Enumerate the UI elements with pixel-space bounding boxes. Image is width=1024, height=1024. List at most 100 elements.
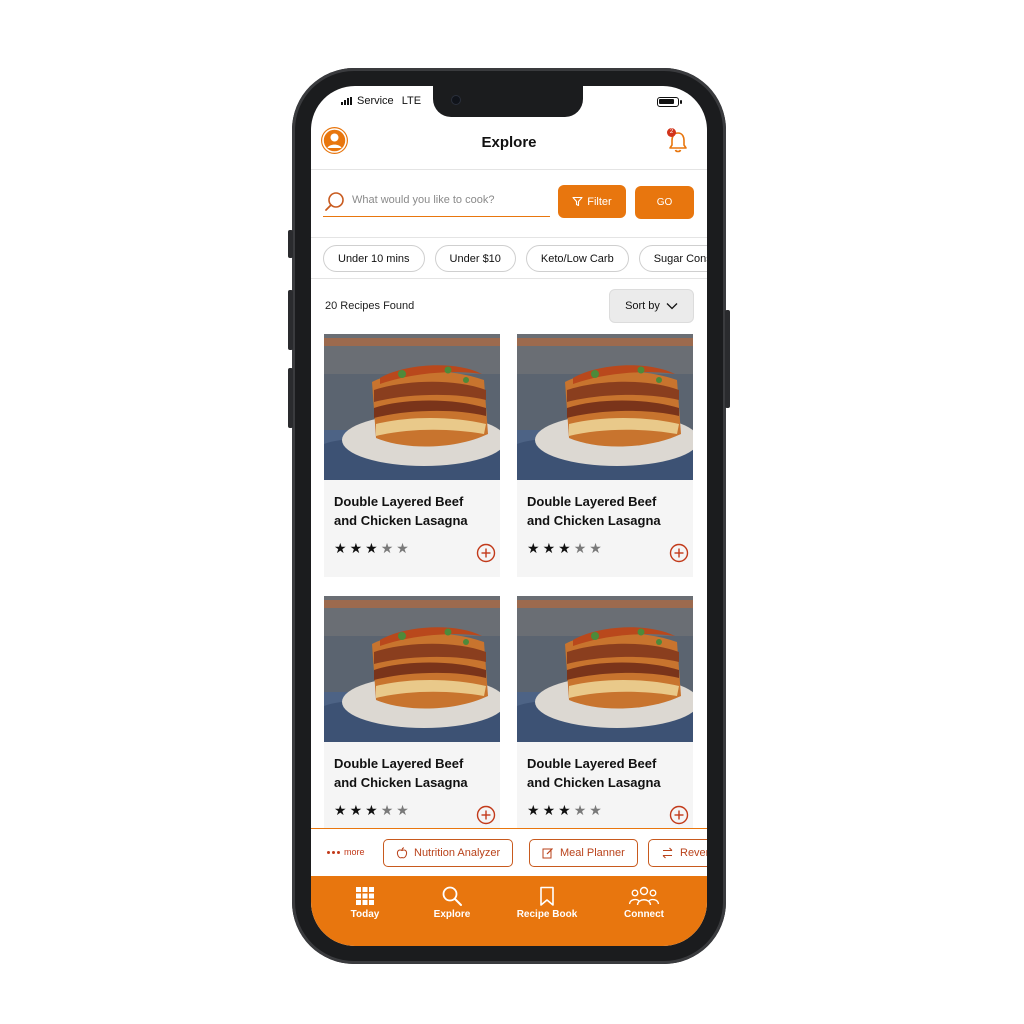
meal-planner-label: Meal Planner xyxy=(560,847,625,859)
go-button[interactable]: GO xyxy=(635,186,694,219)
recipe-title: Double Layered Beef and Chicken Lasagna xyxy=(527,754,687,792)
bookmark-icon xyxy=(540,886,554,906)
star-filled-icon: ★ xyxy=(542,540,556,556)
tab-recipe-book-label: Recipe Book xyxy=(516,909,578,920)
filter-chips: Under 10 mins Under $10 Keto/Low Carb Su… xyxy=(323,245,707,272)
recipe-image xyxy=(324,334,500,480)
star-filled-icon: ★ xyxy=(558,540,571,556)
volume-up-button xyxy=(288,290,293,350)
more-button[interactable]: more xyxy=(327,847,365,857)
add-recipe-icon[interactable] xyxy=(669,805,689,825)
star-filled-icon: ★ xyxy=(542,802,556,818)
star-filled-icon: ★ xyxy=(349,802,363,818)
filter-chips-row: Under 10 mins Under $10 Keto/Low Carb Su… xyxy=(311,237,707,279)
more-label: more xyxy=(344,847,365,857)
recipe-image xyxy=(517,334,693,480)
recipe-grid: Double Layered Beef and Chicken Lasagna … xyxy=(324,334,694,828)
search-input[interactable] xyxy=(352,194,542,206)
camera-icon xyxy=(451,95,461,105)
add-recipe-icon[interactable] xyxy=(669,543,689,563)
tab-recipe-book[interactable]: Recipe Book xyxy=(502,886,592,920)
status-bar: Service LTE xyxy=(341,95,421,107)
quick-actions-bar: more Nutrition Analyzer Meal Planner Rev… xyxy=(311,828,707,876)
star-rating: ★ ★ ★ ★ ★ xyxy=(334,541,409,555)
tab-connect-label: Connect xyxy=(624,909,664,920)
star-filled-icon: ★ xyxy=(365,802,378,818)
recipe-card[interactable]: Double Layered Beef and Chicken Lasagna … xyxy=(517,596,693,828)
apple-icon xyxy=(396,847,408,859)
star-empty-icon: ★ xyxy=(380,540,394,556)
tab-explore[interactable]: Explore xyxy=(407,886,497,920)
recipe-card[interactable]: Double Layered Beef and Chicken Lasagna … xyxy=(324,334,500,577)
star-empty-icon: ★ xyxy=(396,540,409,556)
star-empty-icon: ★ xyxy=(589,540,602,556)
star-filled-icon: ★ xyxy=(334,540,347,556)
star-filled-icon: ★ xyxy=(349,540,363,556)
search-row: Filter GO xyxy=(311,184,707,234)
sort-by-button[interactable]: Sort by xyxy=(609,289,694,323)
app-header: Explore 2 xyxy=(311,124,707,170)
search-icon xyxy=(442,886,462,906)
notification-badge: 2 xyxy=(667,128,676,137)
recipe-title-line: and Chicken Lasagna xyxy=(334,513,468,528)
carrier-label: Service xyxy=(357,95,394,107)
recipe-card[interactable]: Double Layered Beef and Chicken Lasagna … xyxy=(324,596,500,828)
star-empty-icon: ★ xyxy=(589,802,602,818)
edit-icon xyxy=(542,848,553,859)
chip-under-10-dollars[interactable]: Under $10 xyxy=(434,245,516,272)
recipe-title-line: and Chicken Lasagna xyxy=(334,775,468,790)
star-rating: ★ ★ ★ ★ ★ xyxy=(334,803,409,817)
page-title: Explore xyxy=(481,134,537,151)
filter-label: Filter xyxy=(587,195,612,208)
sort-label: Sort by xyxy=(625,300,660,312)
chip-keto-low-carb[interactable]: Keto/Low Carb xyxy=(525,245,629,272)
chip-under-10-mins[interactable]: Under 10 mins xyxy=(323,245,425,272)
app-screen: Service LTE Explore 2 What would you lik… xyxy=(311,86,707,946)
search-icon xyxy=(325,192,344,211)
star-rating: ★ ★ ★ ★ ★ xyxy=(527,541,602,555)
tab-connect[interactable]: Connect xyxy=(599,886,689,920)
filter-icon xyxy=(572,196,583,207)
add-recipe-icon[interactable] xyxy=(476,805,496,825)
recipe-image xyxy=(324,596,500,742)
power-button xyxy=(725,310,730,408)
swap-arrows-icon xyxy=(662,847,673,859)
star-rating: ★ ★ ★ ★ ★ xyxy=(527,803,602,817)
more-dots-icon xyxy=(327,850,340,854)
grid-icon xyxy=(356,887,374,905)
recipe-title-line: Double Layered Beef xyxy=(527,756,657,771)
recipe-title: Double Layered Beef and Chicken Lasagna xyxy=(334,754,494,792)
recipe-card[interactable]: Double Layered Beef and Chicken Lasagna … xyxy=(517,334,693,577)
recipe-title-line: and Chicken Lasagna xyxy=(527,775,661,790)
network-label: LTE xyxy=(401,95,422,107)
tab-today[interactable]: Today xyxy=(320,886,410,920)
meal-planner-button[interactable]: Meal Planner xyxy=(529,839,638,867)
reverse-search-label: Reverse Search xyxy=(680,847,707,859)
reverse-search-button[interactable]: Reverse Search xyxy=(648,839,707,867)
tab-today-label: Today xyxy=(350,909,380,920)
results-count: 20 Recipes Found xyxy=(325,300,415,312)
tab-explore-label: Explore xyxy=(433,909,471,920)
signal-icon xyxy=(341,97,352,105)
add-recipe-icon[interactable] xyxy=(476,543,496,563)
star-empty-icon: ★ xyxy=(396,802,409,818)
battery-icon xyxy=(657,97,682,107)
recipe-image xyxy=(517,596,693,742)
star-empty-icon: ★ xyxy=(573,802,587,818)
nutrition-analyzer-button[interactable]: Nutrition Analyzer xyxy=(383,839,514,867)
search-field[interactable] xyxy=(323,189,550,217)
filter-button[interactable]: Filter xyxy=(558,185,626,218)
recipe-title-line: and Chicken Lasagna xyxy=(527,513,661,528)
silent-switch xyxy=(288,230,293,258)
recipe-title-line: Double Layered Beef xyxy=(527,494,657,509)
bottom-tab-bar: Today Explore Recipe Book Connect xyxy=(311,876,707,946)
star-empty-icon: ★ xyxy=(573,540,587,556)
star-filled-icon: ★ xyxy=(527,540,540,556)
star-filled-icon: ★ xyxy=(365,540,378,556)
recipe-title: Double Layered Beef and Chicken Lasagna xyxy=(527,492,687,530)
volume-down-button xyxy=(288,368,293,428)
star-filled-icon: ★ xyxy=(334,802,347,818)
chip-sugar-conscious[interactable]: Sugar Conscious xyxy=(638,245,707,272)
nutrition-analyzer-label: Nutrition Analyzer xyxy=(414,847,501,859)
chevron-down-icon xyxy=(666,303,678,310)
